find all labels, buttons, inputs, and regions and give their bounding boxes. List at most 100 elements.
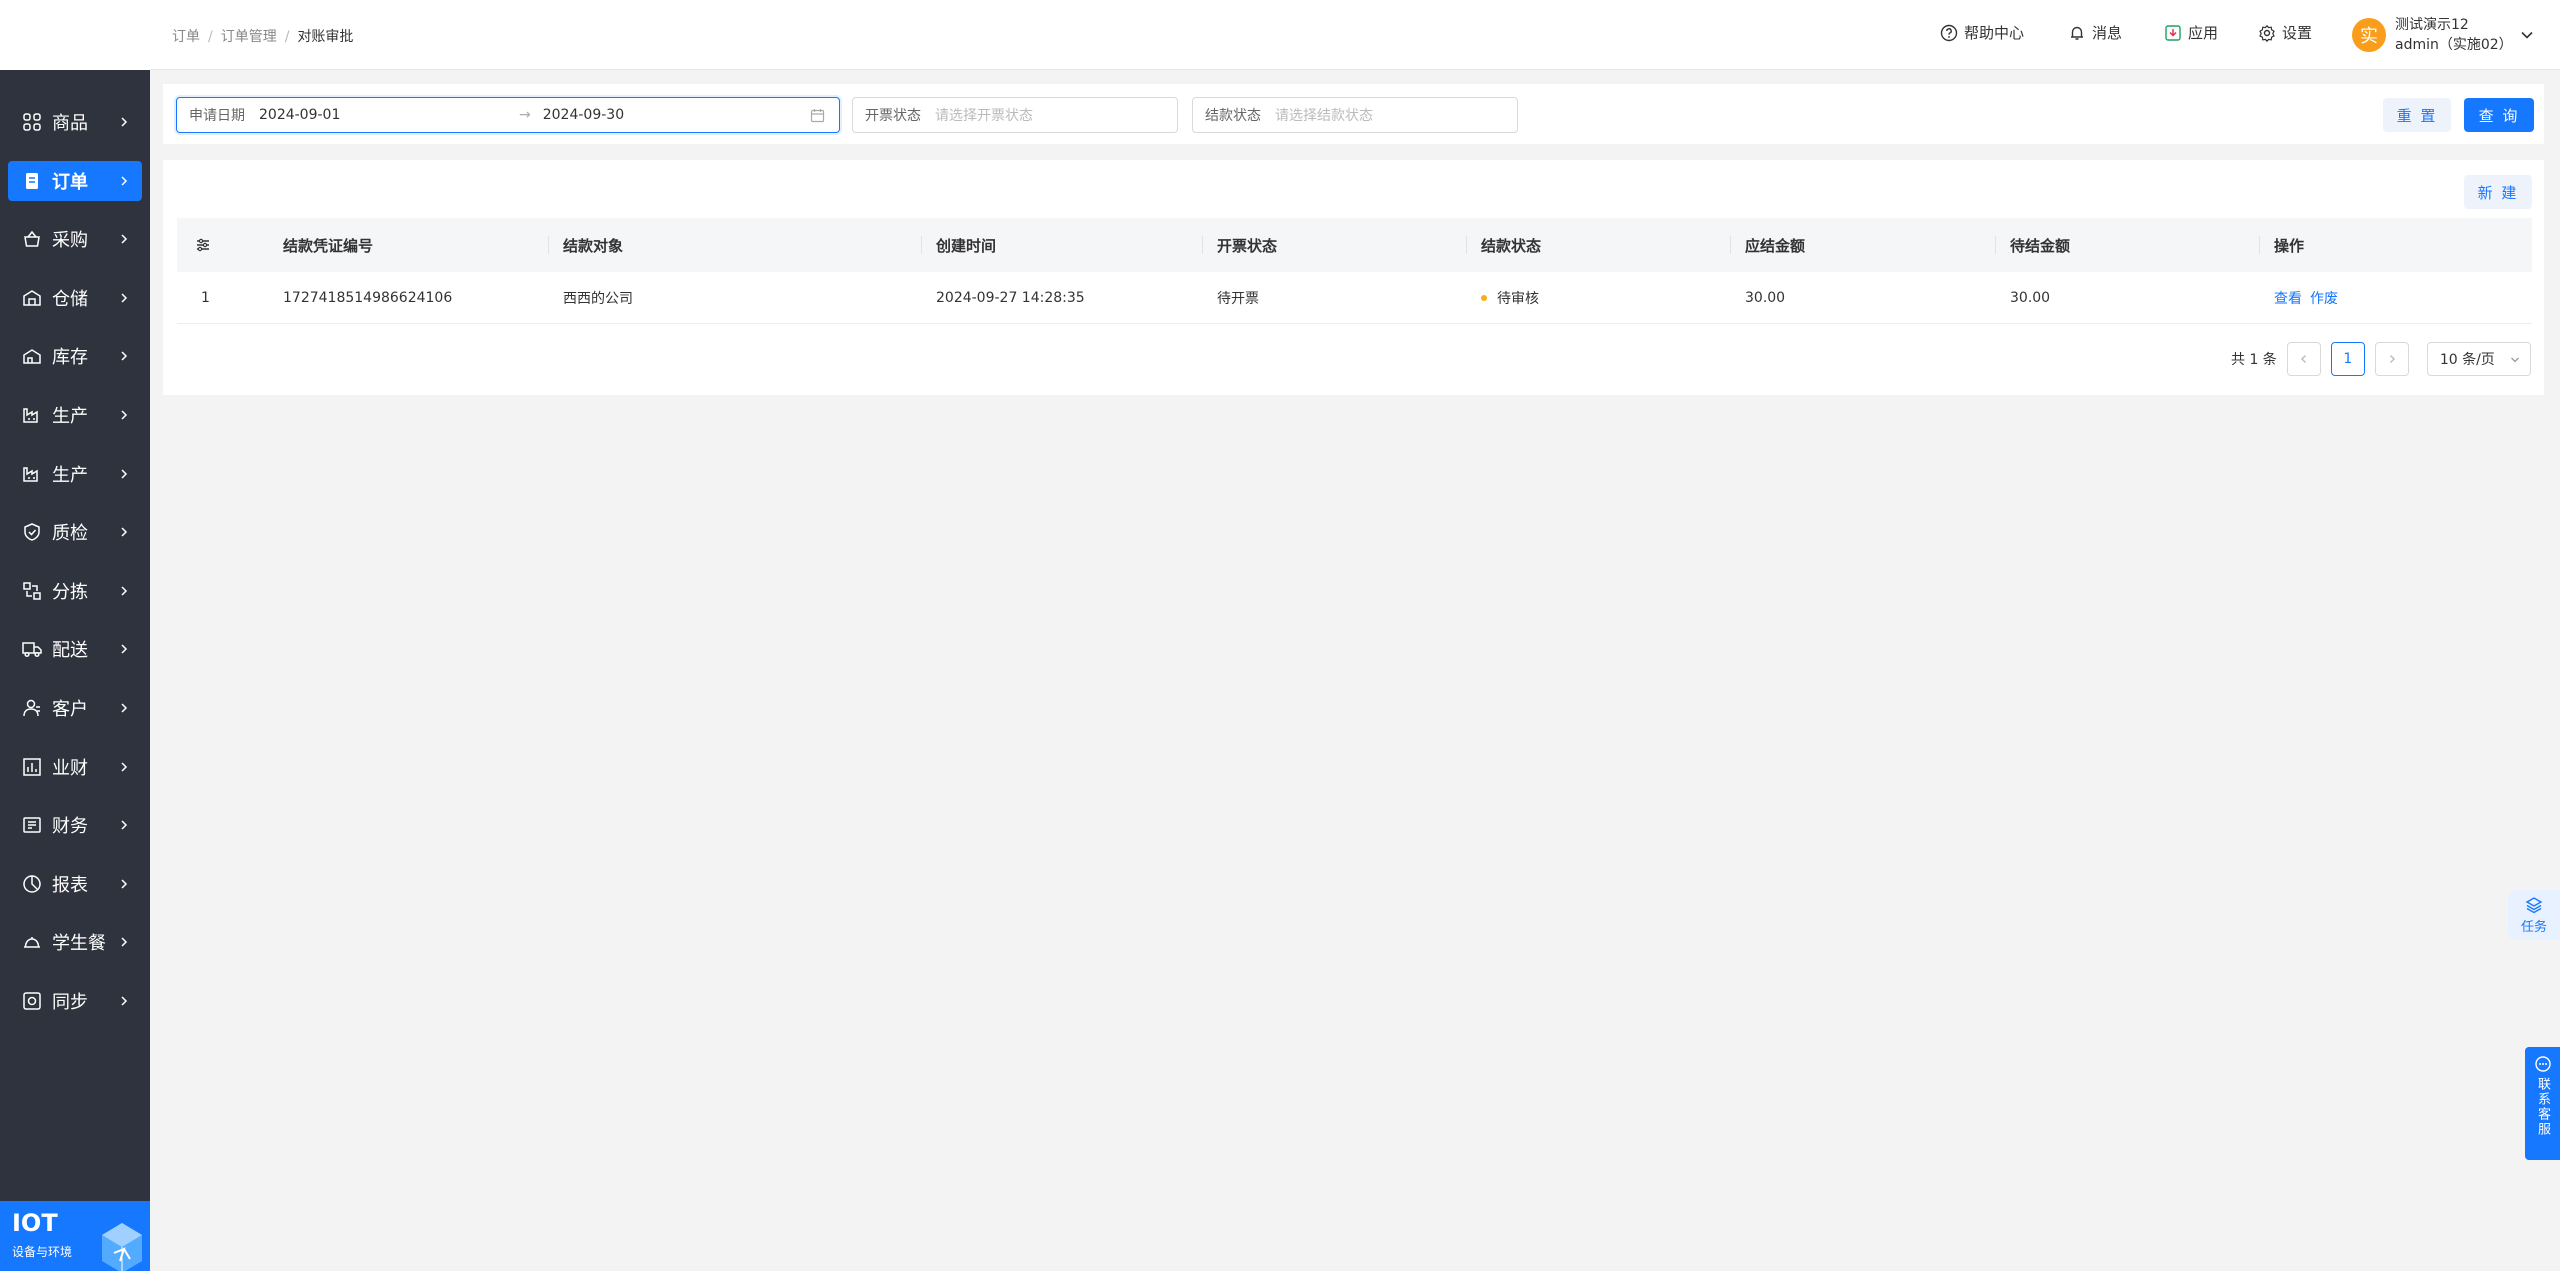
reset-button[interactable]: 重 置 xyxy=(2383,98,2451,132)
page-size-value: 10 条/页 xyxy=(2439,352,2495,368)
query-button[interactable]: 查 询 xyxy=(2464,98,2534,132)
col-due-amount: 应结金额 xyxy=(1729,218,1805,272)
calendar-icon xyxy=(810,109,825,123)
row-index: 1 xyxy=(201,289,210,306)
date-start-input[interactable]: 2024-09-01 xyxy=(259,107,519,123)
page-size-select[interactable]: 10 条/页 xyxy=(2426,342,2531,376)
cube-icon xyxy=(102,1223,142,1271)
user-account: admin（实施02） xyxy=(2395,37,2513,53)
chevron-right-icon xyxy=(116,231,132,247)
sidebar-item-label: 财务 xyxy=(52,816,88,838)
sidebar-item-3[interactable]: 仓储 xyxy=(8,278,142,318)
dish-icon xyxy=(22,932,42,952)
date-range-picker[interactable]: 申请日期 2024-09-01 → 2024-09-30 xyxy=(176,97,840,133)
user-name: 测试演示12 xyxy=(2395,17,2469,33)
logo-area xyxy=(0,0,150,70)
sidebar-item-label: 客户 xyxy=(52,698,88,720)
sidebar-item-13[interactable]: 报表 xyxy=(8,864,142,904)
pie-icon xyxy=(22,874,42,894)
sidebar-item-0[interactable]: 商品 xyxy=(8,102,142,142)
app-download-icon xyxy=(2165,24,2181,41)
bell-icon xyxy=(2071,26,2083,40)
customer-service-button[interactable]: 联系客服 xyxy=(2525,1047,2560,1160)
row-created: 2024-09-27 14:28:35 xyxy=(936,289,1085,306)
sidebar-item-10[interactable]: 客户 xyxy=(8,688,142,728)
help-center-label: 帮助中心 xyxy=(1964,24,2025,42)
settle-status-select[interactable]: 结款状态 请选择结款状态 xyxy=(1192,97,1518,133)
chevron-right-icon xyxy=(116,641,132,657)
void-link[interactable]: 作废 xyxy=(2310,288,2338,308)
messages-link[interactable]: 消息 xyxy=(2068,22,2122,43)
sidebar-item-1[interactable]: 订单 xyxy=(8,160,142,201)
pagination: 共 1 条 1 10 条/页 xyxy=(2231,342,2531,376)
sidebar-item-12[interactable]: 财务 xyxy=(8,805,142,845)
prev-page-button[interactable] xyxy=(2286,342,2321,376)
sidebar-item-6[interactable]: 生产 xyxy=(8,454,142,494)
avatar[interactable]: 实 xyxy=(2352,18,2386,52)
date-range-label: 申请日期 xyxy=(189,108,245,124)
sidebar-item-14[interactable]: 学生餐 xyxy=(8,922,142,962)
sidebar-item-label: 库存 xyxy=(52,347,88,369)
chevron-right-icon xyxy=(116,466,132,482)
arrow-right-icon: → xyxy=(519,107,531,123)
sidebar-item-11[interactable]: 业财 xyxy=(8,747,142,787)
breadcrumb-separator: / xyxy=(208,29,213,45)
sidebar-item-9[interactable]: 配送 xyxy=(8,629,142,669)
wallet-icon xyxy=(22,815,42,835)
col-pending-amount: 待结金额 xyxy=(1994,218,2070,272)
status-dot xyxy=(1481,294,1487,301)
next-page-button[interactable] xyxy=(2374,342,2409,376)
grid-icon xyxy=(22,112,42,132)
truck-icon xyxy=(22,639,42,659)
chevron-down-icon[interactable] xyxy=(2520,28,2534,42)
user-info[interactable]: 测试演示12 admin（实施02） xyxy=(2395,15,2513,55)
help-center-link[interactable]: 帮助中心 xyxy=(1940,22,2024,43)
basket-icon xyxy=(22,229,42,249)
sidebar-item-5[interactable]: 生产 xyxy=(8,395,142,435)
view-link[interactable]: 查看 xyxy=(2274,288,2302,308)
iot-banner[interactable]: IOT 设备与环境 xyxy=(0,1201,150,1271)
row-due-amount: 30.00 xyxy=(1745,289,1786,306)
sidebar-item-15[interactable]: 同步 xyxy=(8,981,142,1021)
date-end-input[interactable]: 2024-09-30 xyxy=(543,107,624,123)
top-header: 订单 / 订单管理 / 对账审批 帮助中心 消息 应用 设置 xyxy=(150,0,2560,70)
sidebar-item-8[interactable]: 分拣 xyxy=(8,571,142,611)
shield-icon xyxy=(22,522,42,542)
row-actions: 查看 作废 xyxy=(2274,272,2346,323)
sidebar-item-label: 生产 xyxy=(52,405,88,427)
row-settle-status: 待审核 xyxy=(1481,272,1539,323)
column-settings-icon[interactable] xyxy=(195,218,211,272)
row-pending-amount: 30.00 xyxy=(2010,289,2051,306)
sidebar-item-4[interactable]: 库存 xyxy=(8,336,142,376)
chevron-right-icon xyxy=(116,290,132,306)
chevron-right-icon xyxy=(116,759,132,775)
chevron-right-icon xyxy=(116,583,132,599)
sidebar-item-label: 报表 xyxy=(52,874,88,896)
settle-status-placeholder: 请选择结款状态 xyxy=(1275,108,1373,124)
breadcrumb-item-order-management[interactable]: 订单管理 xyxy=(221,29,277,45)
breadcrumb-item-order[interactable]: 订单 xyxy=(172,29,200,45)
breadcrumb-item-current: 对账审批 xyxy=(297,29,354,45)
chevron-right-icon xyxy=(116,876,132,892)
question-circle-icon xyxy=(1940,24,1958,41)
sidebar-item-7[interactable]: 质检 xyxy=(8,512,142,552)
layers-icon xyxy=(2525,896,2543,913)
task-floating-button[interactable]: 任务 xyxy=(2508,890,2560,940)
customer-service-label: 联系客服 xyxy=(2535,1077,2550,1137)
sidebar-item-label: 质检 xyxy=(52,523,88,545)
chevron-down-icon xyxy=(2510,357,2519,363)
sidebar-item-2[interactable]: 采购 xyxy=(8,219,142,259)
new-button[interactable]: 新 建 xyxy=(2464,175,2532,209)
apps-link[interactable]: 应用 xyxy=(2164,22,2218,43)
chevron-left-icon xyxy=(2300,355,2306,363)
sidebar-item-label: 采购 xyxy=(52,230,88,252)
sidebar-item-label: 仓储 xyxy=(52,288,88,310)
sidebar-item-label: 同步 xyxy=(52,991,88,1013)
col-voucher: 结款凭证编号 xyxy=(283,236,374,255)
settings-link[interactable]: 设置 xyxy=(2258,22,2312,43)
messages-label: 消息 xyxy=(2092,24,2123,42)
page-1-button[interactable]: 1 xyxy=(2330,342,2365,376)
breadcrumb: 订单 / 订单管理 / 对账审批 xyxy=(172,26,353,46)
col-invoice-status: 开票状态 xyxy=(1201,218,1277,272)
invoice-status-select[interactable]: 开票状态 请选择开票状态 xyxy=(852,97,1178,133)
